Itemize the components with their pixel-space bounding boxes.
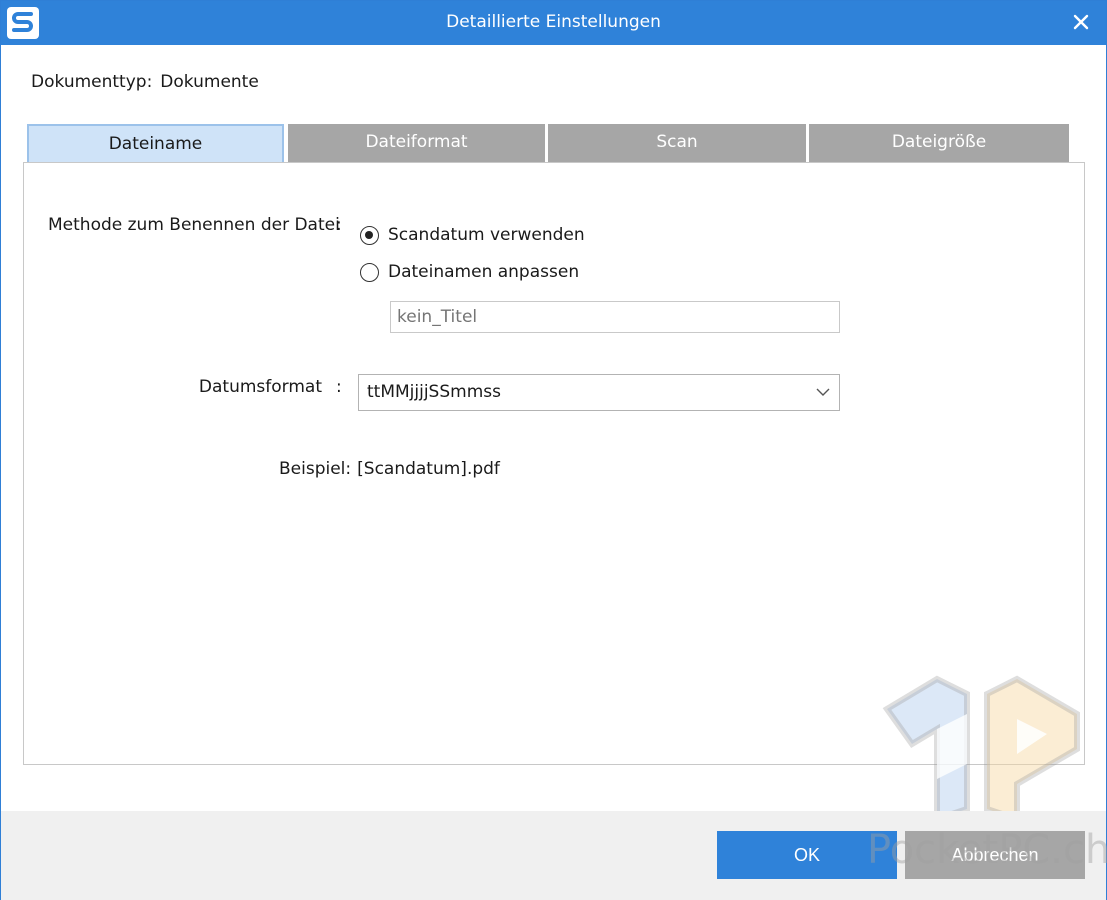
example-output: Beispiel: [Scandatum].pdf (279, 459, 500, 479)
date-format-select[interactable]: ttMMjjjjSSmmss (358, 374, 840, 411)
example-label: Beispiel: (279, 459, 352, 479)
chevron-down-icon (816, 388, 830, 396)
date-format-colon: : (336, 377, 342, 397)
custom-filename-input[interactable] (390, 301, 840, 333)
title-bar[interactable]: Detaillierte Einstellungen (1, 1, 1106, 45)
dialog-window: Detaillierte Einstellungen Dokumenttyp: D… (0, 0, 1107, 900)
close-icon[interactable] (1070, 11, 1092, 33)
date-format-value: ttMMjjjjSSmmss (367, 382, 501, 402)
radio-custom-name-label: Dateinamen anpassen (388, 262, 580, 282)
naming-method-colon: : (336, 215, 342, 235)
radio-use-scan-date[interactable]: Scandatum verwenden (360, 225, 585, 245)
radio-use-scan-date-label: Scandatum verwenden (388, 225, 585, 245)
tab-dateigroesse[interactable]: Dateigröße (809, 124, 1069, 162)
document-type-label: Dokumenttyp: (31, 72, 153, 92)
document-type: Dokumenttyp: Dokumente (31, 72, 259, 92)
document-type-value: Dokumente (160, 72, 259, 92)
date-format-label: Datumsformat (198, 377, 322, 397)
radio-button-unchecked[interactable] (360, 262, 379, 282)
tab-dateiformat[interactable]: Dateiformat (288, 124, 545, 162)
radio-button-checked[interactable] (360, 225, 379, 245)
watermark-text: PocketPC.ch (867, 827, 1107, 873)
pocketpc-watermark-logo-icon (882, 675, 1080, 819)
tab-dateiname[interactable]: Dateiname (27, 124, 284, 162)
window-title: Detaillierte Einstellungen (446, 12, 661, 32)
tab-bar: Dateiname Dateiformat Scan Dateigröße (27, 124, 1069, 162)
radio-custom-name[interactable]: Dateinamen anpassen (360, 262, 579, 282)
example-value: [Scandatum].pdf (357, 459, 500, 479)
tab-scan[interactable]: Scan (548, 124, 806, 162)
naming-method-label: Methode zum Benennen der Datei (48, 215, 340, 235)
